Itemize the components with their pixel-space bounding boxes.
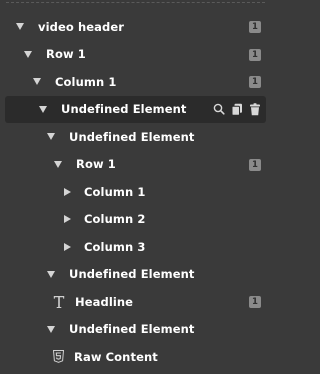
tree-item-row-1[interactable]: Row 1 1 <box>0 41 271 69</box>
caret-down-icon[interactable] <box>47 133 55 141</box>
tree-item-headline[interactable]: Headline 1 <box>0 288 271 316</box>
caret-right-icon[interactable] <box>64 242 71 251</box>
tree-item-label: Undefined Element <box>69 267 195 282</box>
tree-item-undefined-element-2[interactable]: Undefined Element <box>0 261 271 289</box>
tree-item-label: Column 1 <box>84 184 146 199</box>
caret-down-icon[interactable] <box>16 23 24 31</box>
top-divider <box>6 2 265 3</box>
element-tree: video header 1 Row 1 1 Column 1 1 Undefi… <box>0 13 271 371</box>
count-badge: 1 <box>249 158 261 171</box>
tree-item-label: Undefined Element <box>69 129 195 144</box>
caret-right-icon[interactable] <box>64 187 71 196</box>
caret-down-icon[interactable] <box>39 105 47 113</box>
row-actions <box>213 102 261 116</box>
tree-item-undefined-element-3[interactable]: Undefined Element <box>0 316 271 344</box>
caret-down-icon[interactable] <box>54 160 62 168</box>
duplicate-icon[interactable] <box>231 103 243 116</box>
tree-item-column-3[interactable]: Column 3 <box>0 233 271 261</box>
count-badge: 1 <box>249 76 261 88</box>
tree-item-raw-content[interactable]: Raw Content <box>0 343 271 371</box>
text-t-icon <box>53 295 65 309</box>
tree-item-video-header[interactable]: video header 1 <box>0 13 271 41</box>
caret-down-icon[interactable] <box>24 50 32 58</box>
tree-item-undefined-element[interactable]: Undefined Element <box>0 123 271 151</box>
tree-item-label: Column 2 <box>84 212 146 227</box>
caret-down-icon[interactable] <box>47 270 55 278</box>
caret-down-icon[interactable] <box>33 78 41 86</box>
tree-item-undefined-element-selected[interactable]: Undefined Element <box>5 95 266 123</box>
count-badge: 1 <box>249 21 261 33</box>
tree-item-label: Column 1 <box>55 74 117 89</box>
tree-item-label: Raw Content <box>74 349 158 364</box>
html5-icon <box>53 350 64 364</box>
tree-item-label: Column 3 <box>84 239 146 254</box>
tree-item-column-1-nested[interactable]: Column 1 <box>0 178 271 206</box>
tree-item-row-1-nested[interactable]: Row 1 1 <box>0 151 271 179</box>
count-badge: 1 <box>249 296 261 308</box>
tree-item-label: Undefined Element <box>61 102 187 117</box>
caret-right-icon[interactable] <box>64 215 71 224</box>
count-badge: 1 <box>249 48 261 61</box>
tree-item-label: video header <box>38 19 125 34</box>
search-icon[interactable] <box>213 103 225 116</box>
tree-item-label: Headline <box>75 294 134 309</box>
tree-item-column-1[interactable]: Column 1 1 <box>0 68 271 96</box>
tree-item-label: Row 1 <box>46 47 86 62</box>
tree-item-column-2[interactable]: Column 2 <box>0 206 271 234</box>
trash-icon[interactable] <box>249 102 261 116</box>
tree-item-label: Row 1 <box>76 157 116 172</box>
caret-down-icon[interactable] <box>47 325 55 333</box>
tree-item-label: Undefined Element <box>69 322 195 337</box>
